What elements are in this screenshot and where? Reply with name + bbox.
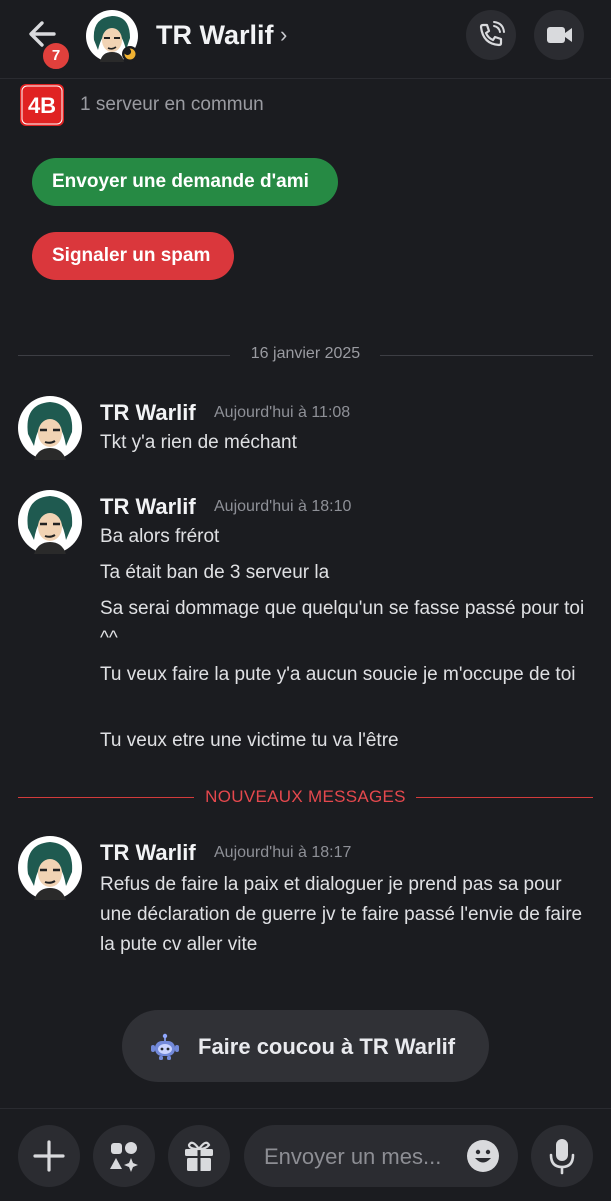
avatar[interactable] (18, 836, 82, 900)
send-friend-request-button[interactable]: Envoyer une demande d'ami (32, 158, 338, 206)
author-name[interactable]: TR Warlif (100, 494, 196, 520)
composer-bar (0, 1108, 611, 1201)
new-messages-label: NOUVEAUX MESSAGES (205, 787, 406, 806)
add-attachment-button[interactable] (18, 1125, 80, 1187)
message-text: Ba alors frérot (100, 526, 220, 547)
page-title[interactable]: TR Warlif (156, 20, 274, 51)
apps-button[interactable] (93, 1125, 155, 1187)
video-camera-icon (547, 27, 572, 43)
wave-button[interactable]: Faire coucou à TR Warlif (122, 1010, 489, 1082)
message-text: Tu veux etre une victime tu va l'être (100, 730, 399, 751)
unread-badge: 7 (40, 40, 72, 72)
avatar[interactable] (86, 10, 138, 62)
mutual-servers-text[interactable]: 1 serveur en commun (80, 94, 264, 116)
timestamp: Aujourd'hui à 18:10 (214, 498, 352, 515)
message-text: Tu veux faire la pute y'a aucun soucie j… (100, 664, 576, 685)
message-input-wrapper (244, 1125, 518, 1187)
avatar[interactable] (18, 396, 82, 460)
message-text: Ta était ban de 3 serveur la (100, 562, 330, 583)
message-text: Refus de faire la paix et dialoguer je p… (100, 874, 583, 955)
server-icon-text: 4B (28, 93, 56, 118)
apps-icon (110, 1142, 138, 1172)
author-name[interactable]: TR Warlif (100, 840, 196, 866)
wumpus-icon (151, 1033, 179, 1060)
voice-message-button[interactable] (531, 1125, 593, 1187)
emoji-icon[interactable] (466, 1139, 500, 1173)
date-label: 16 janvier 2025 (18, 345, 593, 363)
report-spam-button[interactable]: Signaler un spam (32, 232, 234, 280)
timestamp: Aujourd'hui à 18:17 (214, 844, 352, 861)
date-divider: 16 janvier 2025 (18, 344, 593, 366)
microphone-icon (549, 1139, 575, 1175)
gift-icon (185, 1141, 213, 1171)
header: 7 TR Warlif › (0, 0, 611, 79)
chevron-right-icon: › (280, 22, 288, 47)
server-icon[interactable]: 4B (20, 84, 64, 126)
message-text: Tkt y'a rien de méchant (100, 432, 297, 453)
message-input[interactable] (262, 1139, 456, 1175)
call-button[interactable] (466, 10, 516, 60)
gift-button[interactable] (168, 1125, 230, 1187)
wave-button-label: Faire coucou à TR Warlif (198, 1034, 456, 1059)
author-name[interactable]: TR Warlif (100, 400, 196, 426)
avatar[interactable] (18, 490, 82, 554)
timestamp: Aujourd'hui à 11:08 (214, 404, 351, 421)
new-messages-divider: NOUVEAUX MESSAGES (18, 786, 593, 808)
video-call-button[interactable] (534, 10, 584, 60)
status-moon-icon (122, 46, 138, 62)
plus-icon (33, 1140, 65, 1172)
message-text: Sa serai dommage que quelqu'un se fasse … (100, 598, 585, 649)
phone-icon (479, 21, 505, 47)
